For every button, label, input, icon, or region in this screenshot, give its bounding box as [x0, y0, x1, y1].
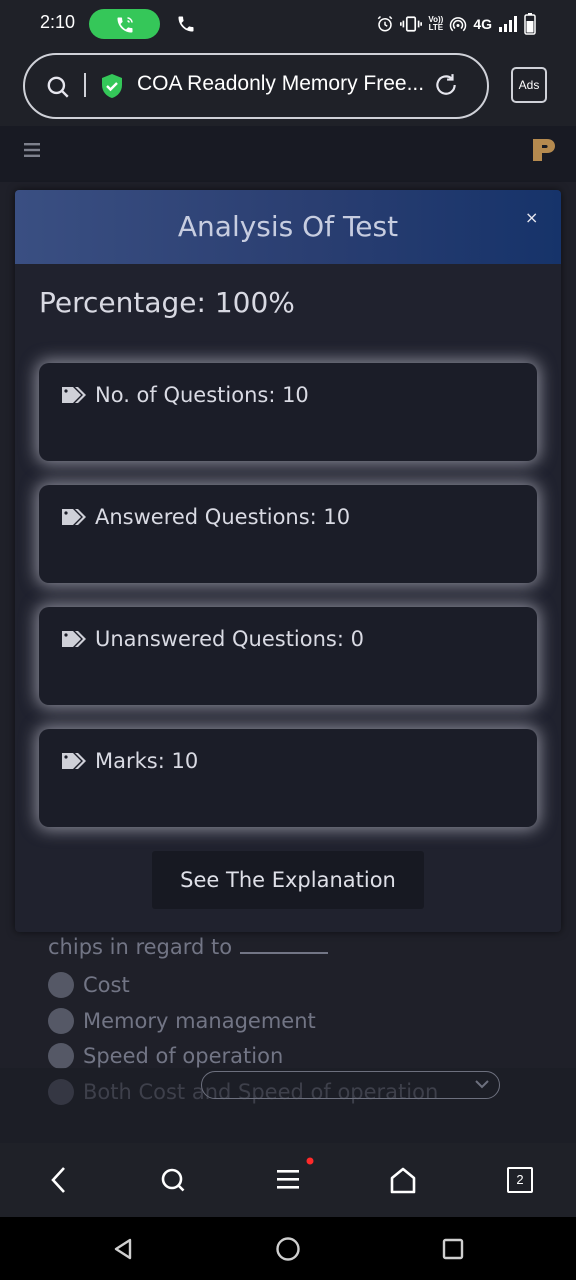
home-icon[interactable]: [389, 1165, 417, 1195]
tag-icon: [62, 509, 86, 525]
option-label: Cost: [83, 973, 130, 997]
notification-dot: [306, 1157, 314, 1165]
chevron-down-icon: [475, 1080, 489, 1089]
volte-indicator: Vo)) LTE: [428, 15, 444, 32]
test-analysis-modal: Analysis Of Test × Percentage: 100% No. …: [15, 190, 561, 932]
stat-card-questions: No. of Questions: 10: [39, 363, 537, 461]
tag-icon: [62, 631, 86, 647]
system-nav-bar: [0, 1217, 576, 1280]
back-triangle-icon[interactable]: [111, 1237, 135, 1261]
phone-icon: [178, 16, 194, 32]
option-label: Speed of operation: [83, 1044, 284, 1068]
search-icon[interactable]: [159, 1165, 187, 1195]
stat-label: Unanswered Questions: 0: [95, 627, 364, 651]
network-type: 4G: [473, 16, 492, 32]
stat-card-marks: Marks: 10: [39, 729, 537, 827]
status-time: 2:10: [40, 12, 76, 32]
tag-icon: [62, 753, 86, 769]
option-label: Memory management: [83, 1009, 316, 1033]
home-circle-icon[interactable]: [275, 1236, 301, 1262]
recents-square-icon[interactable]: [442, 1238, 464, 1260]
ongoing-call-pill[interactable]: [89, 9, 160, 39]
vibrate-icon: [400, 16, 423, 32]
address-separator: [84, 73, 86, 97]
site-header: [0, 126, 576, 182]
status-icons: Vo)) LTE 4G: [376, 13, 536, 35]
shield-check-icon[interactable]: [100, 73, 124, 99]
signal-icon: [499, 16, 517, 32]
hamburger-icon[interactable]: [274, 1153, 316, 1195]
phone-call-icon: [117, 17, 133, 33]
stat-label: No. of Questions: 10: [95, 383, 309, 407]
question-fragment: chips in regard to: [48, 935, 329, 959]
search-icon[interactable]: [45, 74, 71, 100]
radio-button[interactable]: [48, 1043, 74, 1069]
radio-button[interactable]: [48, 972, 74, 998]
modal-title: Analysis Of Test: [177, 210, 399, 243]
stat-card-answered: Answered Questions: 10: [39, 485, 537, 583]
collapsed-dropdown[interactable]: [201, 1071, 500, 1099]
option-memory-management[interactable]: Memory management: [48, 1006, 316, 1036]
stat-label: Marks: 10: [95, 749, 199, 773]
stat-card-unanswered: Unanswered Questions: 0: [39, 607, 537, 705]
reload-icon[interactable]: [433, 72, 459, 98]
alarm-icon: [378, 15, 393, 32]
close-button[interactable]: ×: [525, 208, 538, 227]
browser-bottom-nav: [0, 1143, 576, 1217]
answer-blank: [240, 952, 329, 954]
browser-toolbar: COA Readonly Memory Free...: [0, 48, 576, 126]
tag-icon: [62, 387, 86, 403]
radio-button[interactable]: [48, 1008, 74, 1034]
page-url-title[interactable]: COA Readonly Memory Free...: [137, 72, 424, 96]
modal-header: Analysis Of Test ×: [15, 190, 561, 264]
site-logo[interactable]: [530, 137, 558, 163]
status-bar: 2:10 Vo)) LTE 4G: [0, 0, 576, 48]
hamburger-icon[interactable]: [24, 142, 40, 158]
see-explanation-button[interactable]: See The Explanation: [152, 851, 424, 909]
tabs-icon[interactable]: 2: [507, 1167, 533, 1193]
hotspot-icon: [450, 17, 467, 32]
option-cost[interactable]: Cost: [48, 970, 130, 1000]
stat-label: Answered Questions: 10: [95, 505, 351, 529]
percentage-score: Percentage: 100%: [39, 286, 295, 319]
option-speed-of-operation[interactable]: Speed of operation: [48, 1041, 283, 1071]
address-bar[interactable]: COA Readonly Memory Free...: [23, 53, 489, 119]
battery-icon: [524, 13, 536, 35]
chevron-left-icon[interactable]: [48, 1165, 70, 1195]
radio-button[interactable]: [48, 1079, 74, 1105]
ads-button[interactable]: Ads: [511, 67, 547, 103]
